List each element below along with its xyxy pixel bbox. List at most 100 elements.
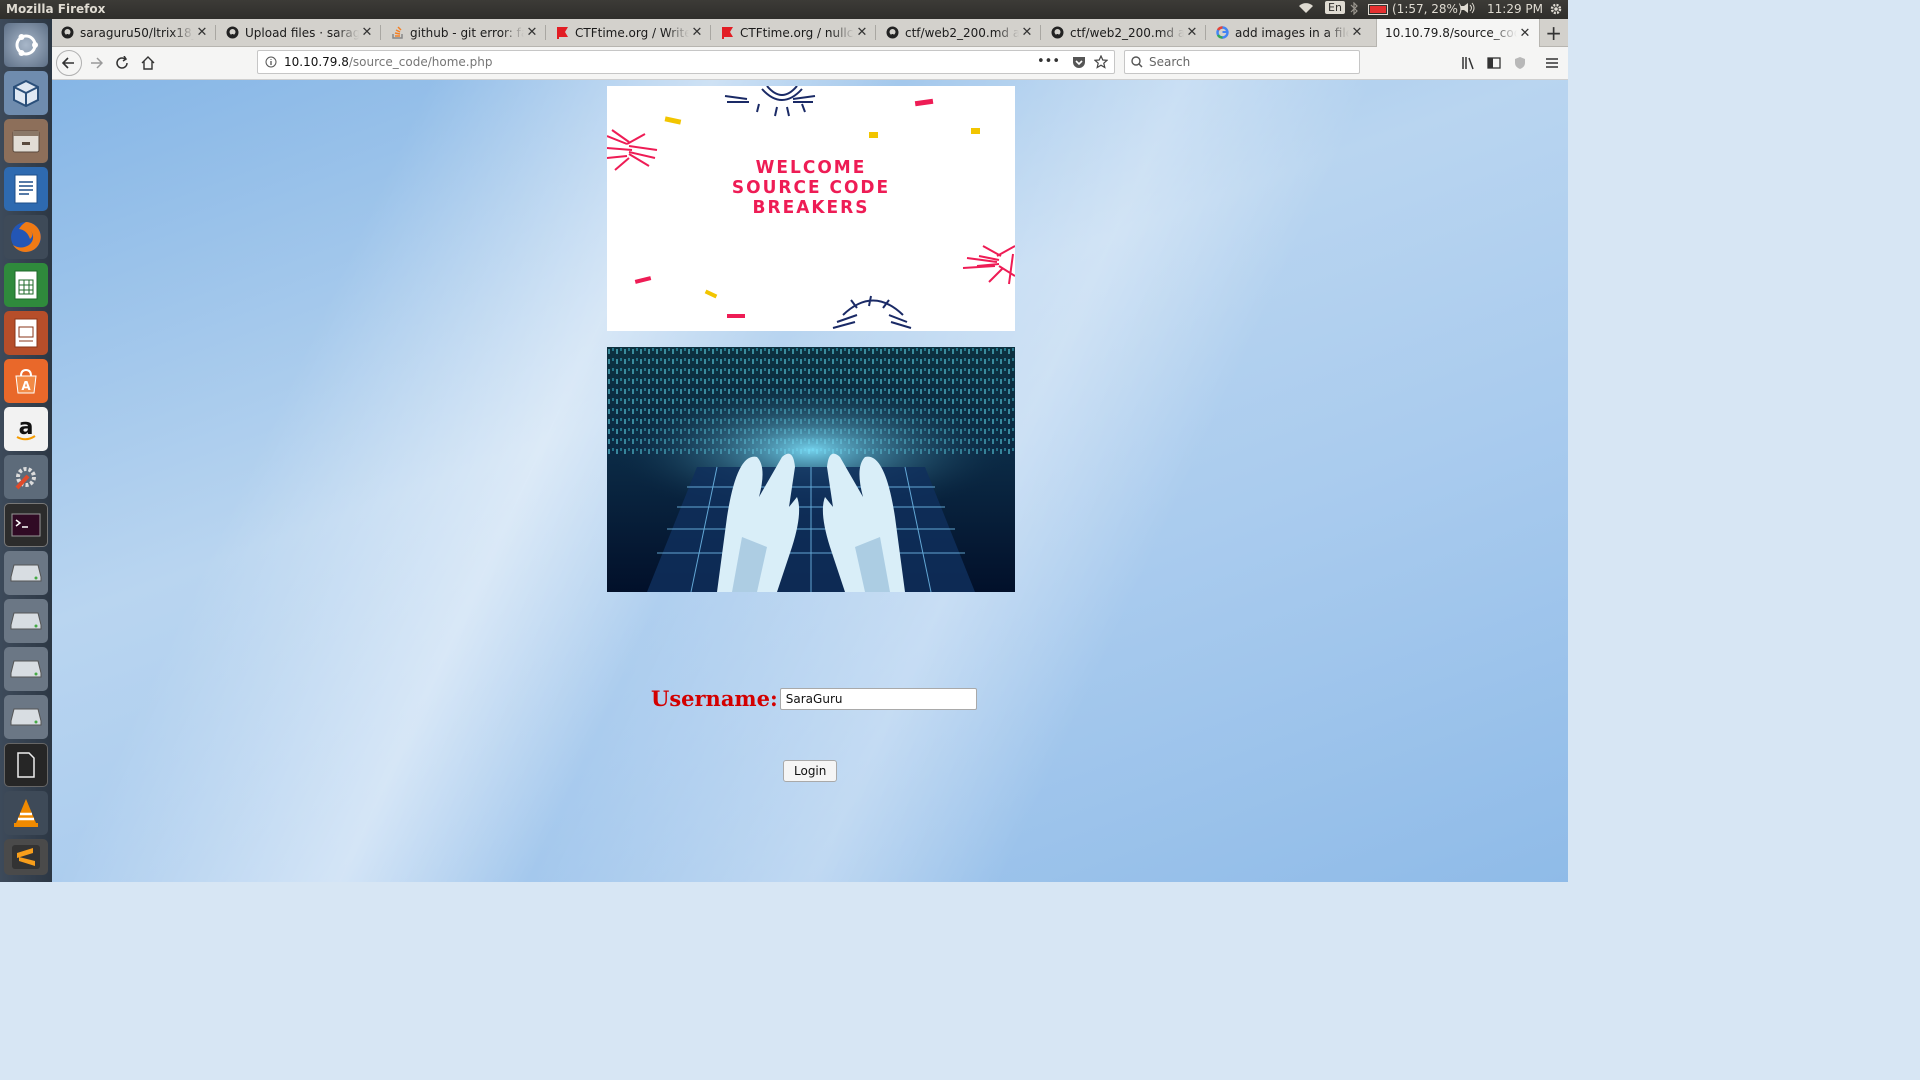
drive-icon[interactable] [4,551,48,595]
bookmark-star-icon[interactable] [1093,54,1109,72]
vlc-icon[interactable] [4,791,48,835]
search-icon [1131,56,1143,68]
svg-text:A: A [21,379,31,393]
close-tab-icon[interactable]: ✕ [689,25,705,40]
browser-tab-strip: saraguru50/ltrix18_S ✕ Upload files · sa… [52,19,1568,47]
page-actions-icon[interactable]: ••• [1037,54,1060,69]
login-form: Username: [651,686,977,711]
close-tab-icon[interactable]: ✕ [854,25,870,40]
battery-indicator[interactable]: (1:57, 28%) [1368,2,1463,16]
ctftime-flag-icon [720,26,734,40]
files-icon[interactable] [4,119,48,163]
browser-tab[interactable]: saraguru50/ltrix18_S ✕ [52,19,216,46]
terminal-icon[interactable] [4,503,48,547]
amazon-icon[interactable]: a [4,407,48,451]
unity-launcher: A a [0,19,52,882]
software-center-icon[interactable]: A [4,359,48,403]
github-icon [1050,26,1064,40]
virtualbox-icon[interactable] [4,71,48,115]
pocket-icon[interactable] [1072,56,1086,72]
username-input[interactable] [779,687,977,710]
tab-title: github - git error: fail [410,25,524,40]
bluetooth-icon[interactable] [1350,2,1358,15]
new-tab-button[interactable]: + [1545,21,1562,45]
ubuntu-dash-icon[interactable] [4,23,48,67]
forward-button[interactable] [84,51,108,75]
text-file-icon[interactable] [4,743,48,787]
ctftime-flag-icon [555,26,569,40]
stackoverflow-icon [390,26,404,40]
close-tab-icon[interactable]: ✕ [524,25,540,40]
url-host: 10.10.79.8 [284,55,349,69]
browser-tab[interactable]: add images in a file i ✕ [1207,19,1371,46]
browser-tab[interactable]: Upload files · saragu ✕ [217,19,381,46]
battery-icon [1368,3,1388,15]
forward-arrow-icon [91,57,103,69]
github-icon [225,26,239,40]
close-tab-icon[interactable]: ✕ [1517,26,1533,41]
username-label: Username: [651,686,778,711]
back-arrow-icon [62,57,74,69]
close-tab-icon[interactable]: ✕ [1019,25,1035,40]
github-icon [60,26,74,40]
home-icon [141,56,155,70]
sidebar-toggle-icon[interactable] [1482,51,1506,75]
volume-icon[interactable] [1460,2,1476,14]
browser-tab-active[interactable]: 10.10.79.8/source_code/ ✕ [1376,19,1540,47]
search-bar[interactable]: Search [1124,50,1360,74]
banner-line-breakers: BREAKERS [752,197,870,219]
keyboard-layout-indicator[interactable]: En [1325,1,1345,14]
browser-tab[interactable]: ctf/web2_200.md at ✕ [1042,19,1206,46]
banner-line-source-code: SOURCE CODE [731,177,891,199]
drive-icon[interactable] [4,695,48,739]
banner-line-welcome: WELCOME [755,157,867,179]
browser-tab[interactable]: github - git error: fail ✕ [382,19,546,46]
close-tab-icon[interactable]: ✕ [1184,25,1200,40]
tab-title: add images in a file i [1235,25,1349,40]
system-top-bar: Mozilla Firefox En (1:57, 28%) 11:29 PM [0,0,1568,19]
settings-icon[interactable] [4,455,48,499]
wifi-icon[interactable] [1298,2,1314,14]
library-icon[interactable] [1456,51,1480,75]
close-tab-icon[interactable]: ✕ [194,25,210,40]
drive-icon[interactable] [4,599,48,643]
tab-title: 10.10.79.8/source_code/ [1385,26,1517,40]
sublime-icon[interactable] [4,839,48,875]
home-button[interactable] [136,51,160,75]
menu-hamburger-icon[interactable] [1540,51,1564,75]
browser-tab[interactable]: ctf/web2_200.md at ✕ [877,19,1041,46]
active-app-name: Mozilla Firefox [6,2,106,16]
writer-icon[interactable] [4,167,48,211]
site-info-icon[interactable] [265,56,277,71]
github-icon [885,26,899,40]
battery-text: (1:57, 28%) [1392,2,1463,16]
google-icon [1215,26,1229,40]
close-tab-icon[interactable]: ✕ [359,25,375,40]
firefox-icon[interactable] [4,215,48,259]
back-button[interactable] [56,50,82,76]
reload-button[interactable] [110,51,134,75]
hacker-keyboard-image [607,347,1015,592]
url-path: /source_code/home.php [348,55,493,69]
search-placeholder: Search [1149,55,1191,69]
tab-title: saraguru50/ltrix18_S [80,25,194,40]
drive-icon[interactable] [4,647,48,691]
session-gear-icon[interactable] [1549,2,1563,16]
close-tab-icon[interactable]: ✕ [1349,25,1365,40]
tab-title: ctf/web2_200.md at [905,25,1019,40]
shield-icon[interactable] [1508,51,1532,75]
calc-icon[interactable] [4,263,48,307]
url-bar[interactable]: 10.10.79.8/source_code/home.php ••• [257,50,1115,74]
reload-icon [116,56,128,69]
tab-title: CTFtime.org / Write [575,25,689,40]
tab-title: CTFtime.org / nullco [740,25,854,40]
navigation-toolbar: 10.10.79.8/source_code/home.php ••• Sear… [52,47,1568,80]
browser-tab[interactable]: CTFtime.org / Write ✕ [547,19,711,46]
browser-tab[interactable]: CTFtime.org / nullco ✕ [712,19,876,46]
tab-title: Upload files · saragu [245,25,359,40]
svg-text:a: a [19,415,34,440]
impress-icon[interactable] [4,311,48,355]
clock[interactable]: 11:29 PM [1487,2,1543,16]
login-button[interactable]: Login [783,760,838,782]
page-content: WELCOME SOURCE CODE BREAKERS Username: S… [52,80,1568,882]
